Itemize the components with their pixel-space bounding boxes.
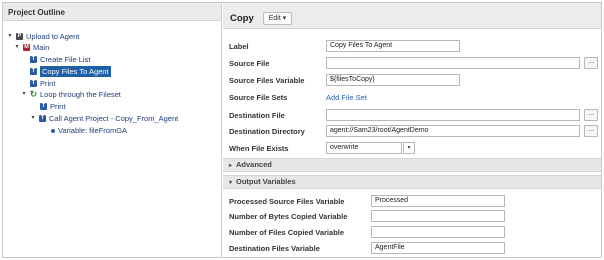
tree-node-label: Print bbox=[50, 102, 66, 111]
tree-node-print[interactable]: T Print bbox=[30, 78, 55, 89]
chevron-down-icon: ▾ bbox=[229, 180, 233, 186]
chevron-right-icon: ▸ bbox=[229, 163, 233, 169]
bytes-copied-label: Number of Bytes Copied Variable bbox=[229, 212, 348, 221]
variable-bullet-icon bbox=[51, 128, 55, 133]
task-detail-panel: Copy Edit ▾ Label Copy Files To Agent So… bbox=[223, 3, 601, 257]
tree-node-label: Create File List bbox=[40, 55, 91, 64]
destination-files-variable-label: Destination Files Variable bbox=[229, 244, 320, 253]
task-icon: T bbox=[30, 56, 37, 63]
bytes-copied-row: Number of Bytes Copied Variable bbox=[223, 209, 601, 223]
when-file-exists-select[interactable]: overwrite bbox=[326, 142, 402, 154]
expand-toggle-icon[interactable]: ▾ bbox=[7, 31, 13, 42]
chevron-down-icon[interactable]: ▾ bbox=[403, 142, 415, 154]
destination-files-variable-row: Destination Files Variable AgentFile bbox=[223, 241, 601, 255]
destination-file-row: Destination File ... bbox=[223, 108, 601, 122]
task-title: Copy bbox=[230, 12, 254, 24]
tree-node-label: Call Agent Project - Copy_From_Agent bbox=[49, 114, 179, 123]
destination-file-browse-button[interactable]: ... bbox=[584, 109, 598, 121]
destination-directory-input[interactable]: agent://Sam23/root/AgentDemo bbox=[326, 125, 580, 137]
advanced-section-header[interactable]: ▸ Advanced bbox=[223, 158, 601, 172]
tree-node-upload-to-agent[interactable]: ▾ P Upload to Agent bbox=[7, 31, 79, 42]
files-copied-row: Number of Files Copied Variable bbox=[223, 225, 601, 239]
project-outline-title: Project Outline bbox=[3, 3, 221, 21]
destination-directory-row: Destination Directory agent://Sam23/root… bbox=[223, 124, 601, 138]
tree-node-create-file-list[interactable]: T Create File List bbox=[30, 54, 90, 65]
label-input[interactable]: Copy Files To Agent bbox=[326, 40, 460, 52]
module-icon: M bbox=[23, 44, 30, 51]
tree-node-copy-files-to-agent[interactable]: T Copy Files To Agent bbox=[30, 66, 111, 77]
tree-node-main[interactable]: ▾ M Main bbox=[14, 42, 49, 53]
destination-file-input[interactable] bbox=[326, 109, 580, 121]
source-file-row: Source File ... bbox=[223, 56, 601, 70]
task-icon: T bbox=[40, 103, 47, 110]
advanced-section-label: Advanced bbox=[236, 160, 272, 169]
destination-directory-label: Destination Directory bbox=[229, 127, 305, 136]
project-icon: P bbox=[16, 33, 23, 40]
project-outline-panel: Project Outline ▾ P Upload to Agent ▾ M … bbox=[3, 3, 222, 257]
expand-toggle-icon[interactable]: ▾ bbox=[30, 113, 36, 124]
source-file-sets-label: Source File Sets bbox=[229, 93, 288, 102]
processed-source-files-input[interactable]: Processed bbox=[371, 195, 505, 207]
tree-node-label: Loop through the Fileset bbox=[40, 90, 121, 99]
when-file-exists-label: When File Exists bbox=[229, 144, 289, 153]
when-file-exists-row: When File Exists overwrite ▾ bbox=[223, 141, 601, 155]
destination-file-label: Destination File bbox=[229, 111, 285, 120]
source-files-variable-row: Source Files Variable ${filesToCopy} bbox=[223, 73, 601, 87]
expand-toggle-icon[interactable]: ▾ bbox=[21, 89, 27, 100]
edit-menu-button[interactable]: Edit ▾ bbox=[262, 11, 293, 25]
add-file-set-link[interactable]: Add File Set bbox=[326, 93, 367, 102]
tree-node-label: Copy Files To Agent bbox=[40, 66, 111, 77]
source-file-input[interactable] bbox=[326, 57, 580, 69]
source-file-label: Source File bbox=[229, 59, 270, 68]
label-row: Label Copy Files To Agent bbox=[223, 39, 601, 53]
processed-source-files-label: Processed Source Files Variable bbox=[229, 197, 345, 206]
tree-node-call-agent-project[interactable]: ▾ T Call Agent Project - Copy_From_Agent bbox=[30, 113, 178, 124]
tree-node-label: Upload to Agent bbox=[26, 32, 80, 41]
destination-directory-browse-button[interactable]: ... bbox=[584, 125, 598, 137]
tree-node-label: Variable: fileFromGA bbox=[58, 126, 128, 135]
task-icon: T bbox=[30, 80, 37, 87]
expand-toggle-icon[interactable]: ▾ bbox=[14, 42, 20, 53]
tree-node-label: Main bbox=[33, 43, 50, 52]
source-files-variable-label: Source Files Variable bbox=[229, 76, 305, 85]
source-file-browse-button[interactable]: ... bbox=[584, 57, 598, 69]
tree-node-print-in-loop[interactable]: T Print bbox=[40, 101, 65, 112]
tree-node-loop-through-fileset[interactable]: ▾ ↻ Loop through the Fileset bbox=[21, 89, 121, 100]
output-variables-section-header[interactable]: ▾ Output Variables bbox=[223, 175, 601, 189]
bytes-copied-input[interactable] bbox=[371, 210, 505, 222]
loop-icon: ↻ bbox=[29, 89, 38, 99]
label-field-label: Label bbox=[229, 42, 249, 51]
source-file-sets-row: Source File Sets Add File Set bbox=[223, 90, 601, 104]
output-variables-section-label: Output Variables bbox=[236, 177, 296, 186]
files-copied-input[interactable] bbox=[371, 226, 505, 238]
detail-header: Copy Edit ▾ bbox=[223, 3, 601, 29]
destination-files-variable-input[interactable]: AgentFile bbox=[371, 242, 505, 254]
tree-node-label: Print bbox=[40, 79, 56, 88]
task-icon: T bbox=[30, 68, 37, 75]
processed-source-files-row: Processed Source Files Variable Processe… bbox=[223, 194, 601, 208]
files-copied-label: Number of Files Copied Variable bbox=[229, 228, 345, 237]
tree-node-variable-filefromga[interactable]: Variable: fileFromGA bbox=[51, 125, 127, 136]
task-icon: T bbox=[39, 115, 46, 122]
window: Project Outline ▾ P Upload to Agent ▾ M … bbox=[2, 2, 602, 258]
source-files-variable-input[interactable]: ${filesToCopy} bbox=[326, 74, 460, 86]
